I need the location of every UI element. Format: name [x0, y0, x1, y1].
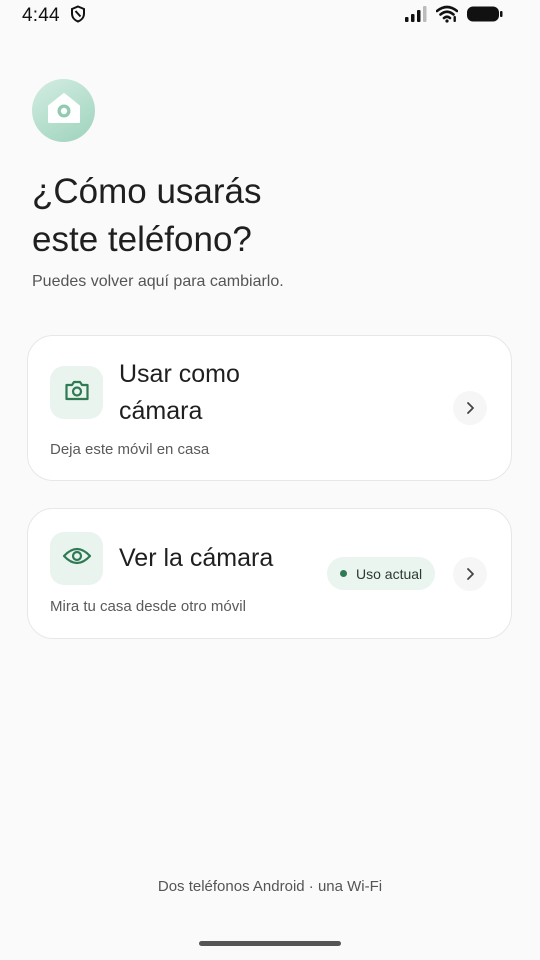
status-left: 4:44: [22, 4, 86, 28]
status-right: [404, 5, 504, 28]
shield-icon: [70, 4, 86, 28]
footer-note: Dos teléfonos Android · una Wi-Fi: [157, 878, 383, 895]
chevron-right-icon[interactable]: [453, 391, 487, 425]
home-camera-icon: [46, 91, 82, 130]
chevron-right-icon[interactable]: [453, 557, 487, 591]
current-use-badge: Uso actual: [327, 557, 436, 590]
camera-icon: [64, 378, 90, 407]
camera-icon-tile: [50, 366, 103, 419]
app-logo: [32, 79, 95, 142]
wifi-icon: [435, 5, 459, 28]
page-title-line-2: este teléfono?: [32, 220, 252, 259]
option-view-camera[interactable]: Ver la cámara Uso actual Mira tu casa de…: [27, 508, 512, 639]
option-use-as-camera[interactable]: Usar como cámara Deja este móvil en casa: [27, 335, 512, 481]
battery-icon: [466, 5, 504, 28]
option-description: Mira tu casa desde otro móvil: [50, 598, 246, 615]
option-title-line-2: cámara: [119, 397, 203, 425]
option-title: Ver la cámara: [119, 544, 274, 572]
eye-icon-tile: [50, 532, 103, 585]
status-dot-icon: [340, 570, 347, 577]
home-indicator[interactable]: [199, 941, 341, 946]
option-title-line-1: Usar como: [119, 360, 240, 388]
status-bar: 4:44: [0, 0, 540, 32]
page-title-line-1: ¿Cómo usarás: [32, 172, 262, 211]
eye-icon: [62, 546, 92, 571]
option-description: Deja este móvil en casa: [50, 441, 210, 458]
status-time: 4:44: [22, 5, 60, 26]
option-title: Usar como cámara: [119, 356, 319, 430]
page-title: ¿Cómo usarás este teléfono?: [32, 168, 492, 264]
badge-label: Uso actual: [356, 565, 423, 582]
signal-icon: [404, 5, 428, 28]
page-subtitle: Puedes volver aquí para cambiarlo.: [32, 273, 284, 290]
